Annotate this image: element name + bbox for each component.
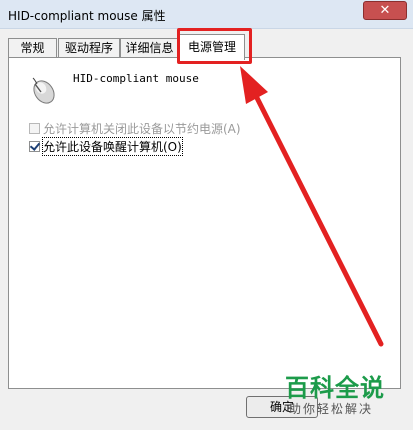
- allow-power-off-label: 允许计算机关闭此设备以节约电源(A): [43, 121, 241, 136]
- tab-driver[interactable]: 驱动程序: [58, 38, 120, 58]
- tab-details[interactable]: 详细信息: [120, 38, 179, 58]
- allow-wake-checkbox[interactable]: [29, 140, 40, 152]
- properties-dialog: HID-compliant mouse 属性 ✕ 常规 驱动程序 详细信息 电源…: [0, 0, 413, 430]
- tab-general[interactable]: 常规: [8, 38, 57, 58]
- device-name: HID-compliant mouse: [73, 72, 199, 85]
- window-title: HID-compliant mouse 属性: [8, 9, 166, 23]
- power-management-panel: HID-compliant mouse 允许计算机关闭此设备以节约电源(A) 允…: [8, 57, 401, 389]
- allow-power-off-option: 允许计算机关闭此设备以节约电源(A): [29, 120, 241, 136]
- allow-wake-option: 允许此设备唤醒计算机(O): [29, 136, 183, 156]
- watermark-main-text: 百科全说: [285, 374, 385, 402]
- allow-wake-label[interactable]: 允许此设备唤醒计算机(O): [42, 136, 183, 156]
- watermark-sub-text: 助你轻松解决: [289, 402, 374, 416]
- title-bar: HID-compliant mouse 属性 ✕: [0, 0, 413, 29]
- annotation-highlight-box: [177, 28, 252, 64]
- mouse-icon: [32, 77, 55, 104]
- close-button[interactable]: ✕: [363, 1, 407, 20]
- allow-power-off-checkbox[interactable]: [29, 122, 40, 134]
- watermark-logo: 百科全说 助你轻松解决: [285, 368, 407, 420]
